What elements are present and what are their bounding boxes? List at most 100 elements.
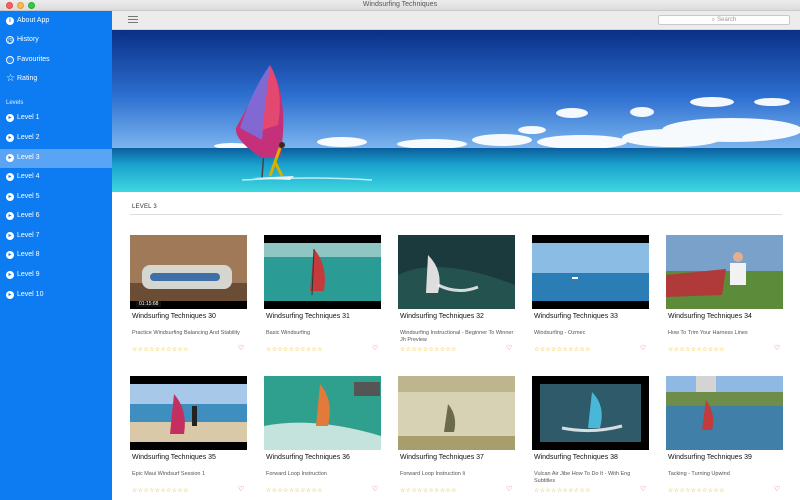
section-title: LEVEL 3 bbox=[132, 204, 157, 210]
favourite-heart-icon[interactable]: ♡ bbox=[640, 344, 646, 352]
video-thumbnail-image bbox=[532, 235, 649, 309]
levels-header: Levels bbox=[6, 100, 24, 106]
video-title: Windsurfing Techniques 38 bbox=[534, 454, 618, 461]
rating-stars[interactable]: ☆☆☆☆☆☆☆☆☆☆ bbox=[132, 346, 189, 353]
sidebar-item-level-8[interactable]: ▸ Level 8 bbox=[0, 246, 112, 265]
sidebar-item-about-app[interactable]: i About App bbox=[0, 12, 112, 31]
sidebar-item-level-4[interactable]: ▸ Level 4 bbox=[0, 168, 112, 187]
favourite-heart-icon[interactable]: ♡ bbox=[238, 344, 244, 352]
sidebar-item-label: Level 1 bbox=[17, 114, 40, 121]
video-title: Windsurfing Techniques 34 bbox=[668, 313, 752, 320]
window-title: Windsurfing Techniques bbox=[362, 1, 438, 8]
rating-stars[interactable]: ☆☆☆☆☆☆☆☆☆☆ bbox=[400, 346, 457, 353]
toolbar: ⌕ Search bbox=[112, 11, 800, 30]
sidebar-item-history[interactable]: ◷ History bbox=[0, 31, 112, 50]
sidebar-item-label: History bbox=[17, 36, 39, 43]
video-thumbnail[interactable] bbox=[666, 235, 783, 309]
favourite-heart-icon[interactable]: ♡ bbox=[506, 485, 512, 493]
video-subtitle: How To Trim Your Harness Lines bbox=[668, 330, 748, 336]
rating-stars[interactable]: ☆☆☆☆☆☆☆☆☆☆ bbox=[534, 346, 591, 353]
video-thumbnail-image bbox=[666, 376, 783, 450]
rating-stars[interactable]: ☆☆☆☆☆☆☆☆☆☆ bbox=[266, 346, 323, 353]
play-icon: ▸ bbox=[6, 271, 14, 279]
sidebar-item-label: Level 8 bbox=[17, 251, 40, 258]
sidebar-item-favourites[interactable]: ♡ Favourites bbox=[0, 51, 112, 70]
play-icon: ▸ bbox=[6, 291, 14, 299]
sidebar-item-label: About App bbox=[17, 17, 50, 24]
play-icon: ▸ bbox=[6, 114, 14, 122]
info-icon: i bbox=[6, 17, 14, 25]
sidebar-item-rating[interactable]: ☆ Rating bbox=[0, 70, 112, 89]
play-icon: ▸ bbox=[6, 154, 14, 162]
rating-stars[interactable]: ☆☆☆☆☆☆☆☆☆☆ bbox=[266, 487, 323, 494]
search-input[interactable]: ⌕ Search bbox=[658, 15, 790, 25]
sidebar-item-label: Level 5 bbox=[17, 193, 40, 200]
rating-stars[interactable]: ☆☆☆☆☆☆☆☆☆☆ bbox=[132, 487, 189, 494]
favourite-heart-icon[interactable]: ♡ bbox=[372, 485, 378, 493]
video-title: Windsurfing Techniques 32 bbox=[400, 313, 484, 320]
video-title: Windsurfing Techniques 33 bbox=[534, 313, 618, 320]
video-duration: 01:15:68 bbox=[136, 301, 162, 307]
video-thumbnail[interactable] bbox=[130, 376, 247, 450]
section-divider bbox=[130, 214, 782, 215]
search-placeholder: Search bbox=[717, 17, 737, 23]
sidebar-item-level-5[interactable]: ▸ Level 5 bbox=[0, 188, 112, 207]
sidebar-item-level-1[interactable]: ▸ Level 1 bbox=[0, 109, 112, 128]
sidebar-item-label: Level 3 bbox=[17, 154, 40, 161]
list-menu-icon[interactable] bbox=[128, 16, 138, 24]
sidebar: i About App ◷ History ♡ Favourites ☆ Rat… bbox=[0, 11, 112, 500]
star-icon: ☆ bbox=[6, 73, 15, 84]
video-thumbnail[interactable] bbox=[264, 235, 381, 309]
video-thumbnail-image bbox=[130, 235, 247, 309]
video-title: Windsurfing Techniques 35 bbox=[132, 454, 216, 461]
favourite-heart-icon[interactable]: ♡ bbox=[372, 344, 378, 352]
video-subtitle: Vulcan Air Jibe How To Do It - With Eng … bbox=[534, 471, 631, 484]
video-thumbnail[interactable] bbox=[398, 235, 515, 309]
video-title: Windsurfing Techniques 30 bbox=[132, 313, 216, 320]
favourite-heart-icon[interactable]: ♡ bbox=[506, 344, 512, 352]
video-subtitle: Basic Windsurfing bbox=[266, 330, 311, 336]
play-icon: ▸ bbox=[6, 193, 14, 201]
video-title: Windsurfing Techniques 39 bbox=[668, 454, 752, 461]
play-icon: ▸ bbox=[6, 173, 14, 181]
favourite-heart-icon[interactable]: ♡ bbox=[238, 485, 244, 493]
rating-stars[interactable]: ☆☆☆☆☆☆☆☆☆☆ bbox=[400, 487, 457, 494]
video-thumbnail-image bbox=[130, 376, 247, 450]
play-icon: ▸ bbox=[6, 232, 14, 240]
video-thumbnail[interactable] bbox=[666, 376, 783, 450]
sidebar-item-level-3[interactable]: ▸ Level 3 bbox=[0, 149, 112, 168]
rating-stars[interactable]: ☆☆☆☆☆☆☆☆☆☆ bbox=[668, 487, 725, 494]
favourite-heart-icon[interactable]: ♡ bbox=[640, 485, 646, 493]
sidebar-item-label: Rating bbox=[17, 75, 38, 82]
video-title: Windsurfing Techniques 36 bbox=[266, 454, 350, 461]
video-subtitle: Tacking - Turning Upwind bbox=[668, 471, 730, 477]
rating-stars[interactable]: ☆☆☆☆☆☆☆☆☆☆ bbox=[534, 487, 591, 494]
sidebar-item-level-6[interactable]: ▸ Level 6 bbox=[0, 207, 112, 226]
video-thumbnail[interactable]: 01:15:68 bbox=[130, 235, 247, 309]
sidebar-item-level-7[interactable]: ▸ Level 7 bbox=[0, 227, 112, 246]
sidebar-item-level-2[interactable]: ▸ Level 2 bbox=[0, 129, 112, 148]
sidebar-item-label: Favourites bbox=[17, 56, 50, 63]
video-thumbnail[interactable] bbox=[264, 376, 381, 450]
video-subtitle: Forward Loop Instruction Ii bbox=[400, 471, 466, 477]
favourite-heart-icon[interactable]: ♡ bbox=[774, 344, 780, 352]
video-thumbnail[interactable] bbox=[532, 376, 649, 450]
video-subtitle: Practice Windsurfing Balancing And Stabi… bbox=[132, 330, 240, 336]
sidebar-item-label: Level 9 bbox=[17, 271, 40, 278]
sidebar-item-level-10[interactable]: ▸ Level 10 bbox=[0, 286, 112, 305]
video-thumbnail[interactable] bbox=[532, 235, 649, 309]
heart-icon: ♡ bbox=[6, 56, 14, 64]
window-titlebar: Windsurfing Techniques bbox=[0, 0, 800, 11]
video-title: Windsurfing Techniques 37 bbox=[400, 454, 484, 461]
video-thumbnail[interactable] bbox=[398, 376, 515, 450]
clock-icon: ◷ bbox=[6, 36, 14, 44]
sidebar-item-level-9[interactable]: ▸ Level 9 bbox=[0, 266, 112, 285]
sidebar-item-label: Level 6 bbox=[17, 212, 40, 219]
sidebar-item-label: Level 4 bbox=[17, 173, 40, 180]
favourite-heart-icon[interactable]: ♡ bbox=[774, 485, 780, 493]
video-subtitle: Windsurfing Instructional - Beginner To … bbox=[400, 330, 514, 343]
rating-stars[interactable]: ☆☆☆☆☆☆☆☆☆☆ bbox=[668, 346, 725, 353]
video-subtitle: Forward Loop Instruction bbox=[266, 471, 327, 477]
sidebar-item-label: Level 2 bbox=[17, 134, 40, 141]
sidebar-item-label: Level 10 bbox=[17, 291, 44, 298]
